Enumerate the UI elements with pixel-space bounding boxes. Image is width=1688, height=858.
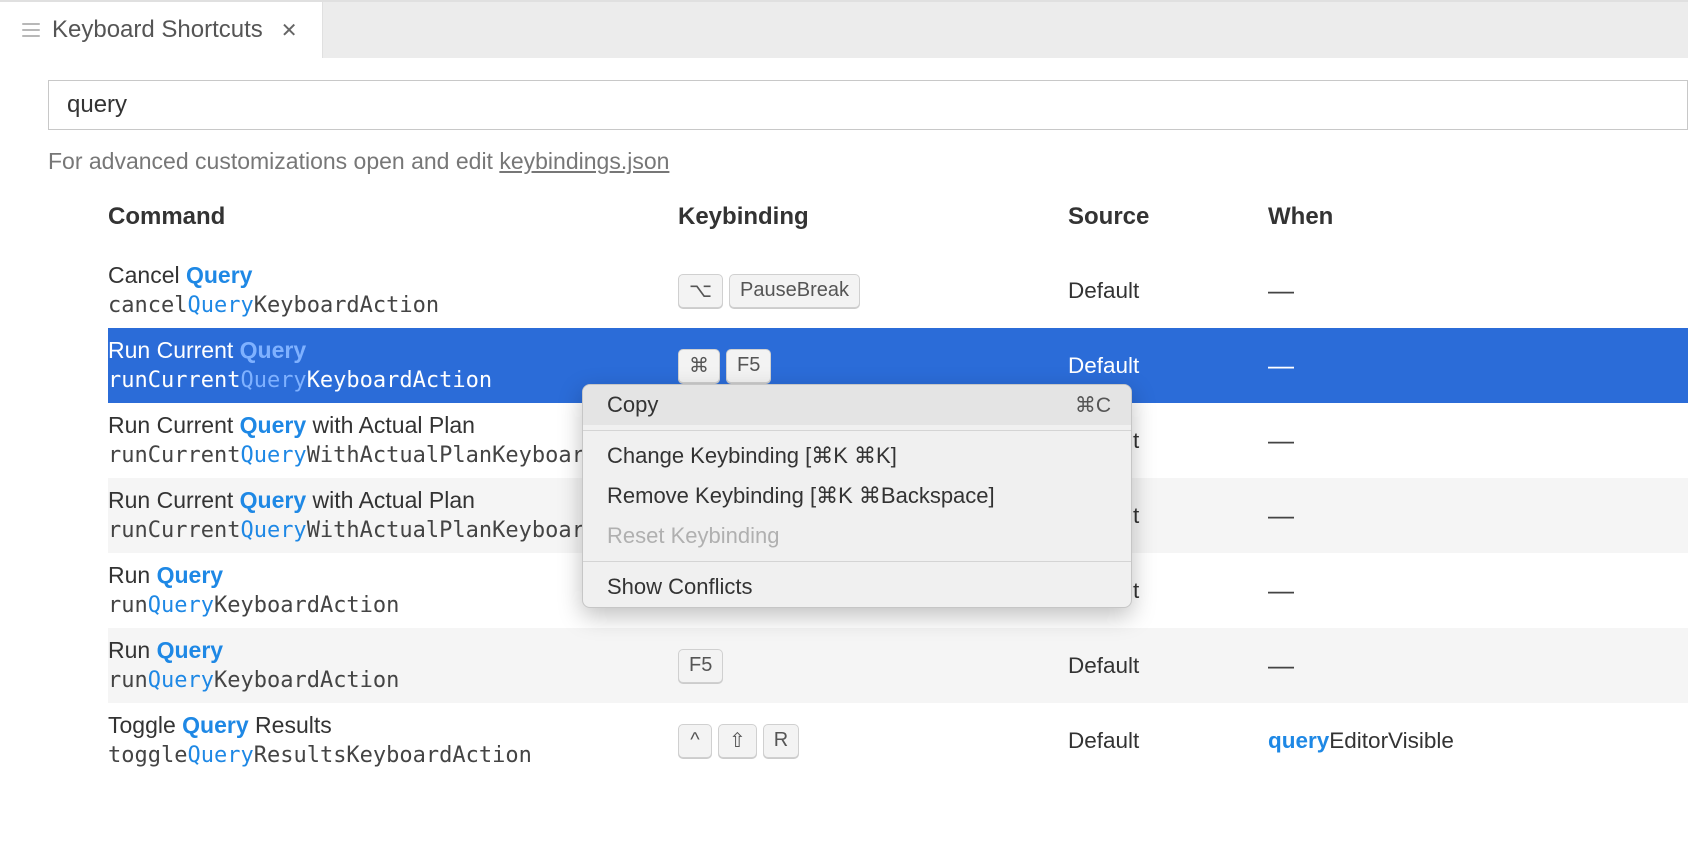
command-cell: Toggle Query ResultstoggleQueryResultsKe…	[108, 710, 678, 771]
hint-text: For advanced customizations open and edi…	[48, 148, 499, 174]
key-cap: ⌘	[678, 349, 720, 383]
command-cell: Cancel QuerycancelQueryKeyboardAction	[108, 260, 678, 321]
menu-item-label: Copy	[607, 392, 658, 418]
advanced-hint: For advanced customizations open and edi…	[48, 148, 1688, 175]
command-title: Toggle Query Results	[108, 710, 678, 741]
when-cell: —	[1268, 650, 1588, 681]
command-id: cancelQueryKeyboardAction	[108, 291, 678, 321]
table-row[interactable]: Toggle Query ResultstoggleQueryResultsKe…	[108, 703, 1688, 778]
key-cap: ^	[678, 724, 712, 758]
header-source[interactable]: Source	[1068, 203, 1268, 231]
source-cell: Default	[1068, 728, 1268, 754]
command-cell: Run QueryrunQueryKeyboardAction	[108, 635, 678, 696]
menu-item: Reset Keybinding	[583, 516, 1131, 556]
keybinding-cell: ^⇧R	[678, 724, 1068, 758]
tab-icon	[22, 23, 40, 37]
menu-item-label: Remove Keybinding [⌘K ⌘Backspace]	[607, 483, 995, 509]
when-cell: —	[1268, 500, 1588, 531]
key-cap: ⇧	[718, 724, 757, 758]
search-input[interactable]	[48, 80, 1688, 130]
command-title: Run Current Query	[108, 335, 678, 366]
when-cell: —	[1268, 275, 1588, 306]
close-icon[interactable]: ✕	[275, 18, 304, 43]
tab-bar: Keyboard Shortcuts ✕	[0, 0, 1688, 58]
when-cell: queryEditorVisible	[1268, 728, 1588, 754]
menu-item[interactable]: Change Keybinding [⌘K ⌘K]	[583, 436, 1131, 476]
keybindings-json-link[interactable]: keybindings.json	[499, 148, 669, 174]
source-cell: Default	[1068, 653, 1268, 679]
menu-item[interactable]: Copy ⌘C	[583, 385, 1131, 425]
menu-separator	[583, 561, 1131, 562]
menu-item[interactable]: Remove Keybinding [⌘K ⌘Backspace]	[583, 476, 1131, 516]
menu-item-label: Reset Keybinding	[607, 523, 779, 549]
key-cap: F5	[726, 349, 771, 383]
tab-title: Keyboard Shortcuts	[52, 16, 263, 44]
header-when[interactable]: When	[1268, 203, 1588, 231]
menu-item-label: Change Keybinding [⌘K ⌘K]	[607, 443, 897, 469]
key-cap: PauseBreak	[729, 274, 860, 308]
menu-item-label: Show Conflicts	[607, 574, 753, 600]
command-id: toggleQueryResultsKeyboardAction	[108, 741, 678, 771]
tab-keyboard-shortcuts[interactable]: Keyboard Shortcuts ✕	[0, 2, 323, 58]
when-cell: —	[1268, 575, 1588, 606]
pencil-icon[interactable]	[66, 366, 90, 396]
key-cap: ⌥	[678, 274, 723, 308]
source-cell: Default	[1068, 353, 1268, 379]
menu-item[interactable]: Show Conflicts	[583, 567, 1131, 607]
header-keybinding[interactable]: Keybinding	[678, 203, 1068, 231]
keybinding-cell: F5	[678, 649, 1068, 683]
command-title: Cancel Query	[108, 260, 678, 291]
key-cap: R	[763, 724, 799, 758]
keybinding-cell: ⌥PauseBreak	[678, 274, 1068, 308]
key-cap: F5	[678, 649, 723, 683]
header-command[interactable]: Command	[108, 203, 678, 231]
table-row[interactable]: Cancel QuerycancelQueryKeyboardAction⌥Pa…	[108, 253, 1688, 328]
when-cell: —	[1268, 425, 1588, 456]
context-menu: Copy ⌘C Change Keybinding [⌘K ⌘K] Remove Ke…	[582, 384, 1132, 608]
table-header: Command Keybinding Source When	[108, 203, 1688, 253]
when-cell: —	[1268, 350, 1588, 381]
source-cell: Default	[1068, 278, 1268, 304]
table-row[interactable]: Run QueryrunQueryKeyboardActionF5 Default…	[108, 628, 1688, 703]
menu-separator	[583, 430, 1131, 431]
menu-item-shortcut: ⌘C	[1075, 393, 1111, 418]
keybinding-cell: ⌘F5	[678, 349, 1068, 383]
command-title: Run Query	[108, 635, 678, 666]
command-id: runQueryKeyboardAction	[108, 666, 678, 696]
keyboard-shortcuts-editor: Keyboard Shortcuts ✕ For advanced custom…	[0, 0, 1688, 858]
